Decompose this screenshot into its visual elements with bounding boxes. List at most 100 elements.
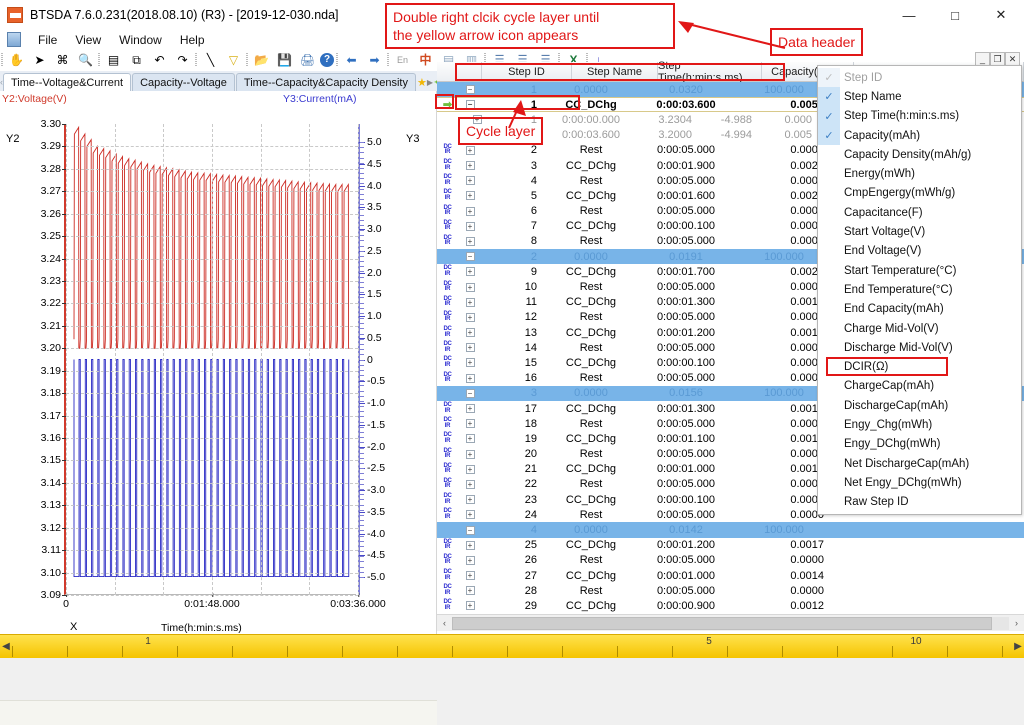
row-expand-toggle[interactable]: + — [458, 510, 482, 519]
row-expand-toggle[interactable]: + — [458, 601, 482, 610]
row-expand-toggle[interactable]: + — [458, 374, 482, 383]
step-row[interactable]: DCIR+26Rest0:00:05.0000.0000 — [437, 553, 1024, 568]
expand-icon[interactable]: + — [466, 495, 475, 504]
row-expand-toggle[interactable]: + — [458, 161, 482, 170]
tab-0[interactable]: Time--Voltage&Current — [3, 73, 131, 91]
collapse-icon[interactable]: − — [466, 252, 475, 261]
plot-area[interactable]: 3.303.293.283.273.263.253.243.233.223.21… — [64, 124, 356, 595]
expand-icon[interactable]: + — [466, 358, 475, 367]
expand-icon[interactable]: + — [466, 343, 475, 352]
expand-icon[interactable]: + — [466, 191, 475, 200]
zoom-region-icon[interactable]: ⌘ — [52, 50, 73, 70]
collapse-icon[interactable]: − — [466, 526, 475, 535]
menu-item-help[interactable]: Help — [171, 32, 214, 48]
scrubber-left-arrow-icon[interactable]: ◀ — [1, 639, 11, 654]
column-chooser-context-menu[interactable]: ✓Step ID✓Step Name✓Step Time(h:min:s.ms)… — [817, 65, 1022, 515]
context-menu-item-2[interactable]: ✓Step Time(h:min:s.ms) — [818, 107, 1021, 126]
dcir-marker-icon[interactable]: DCIR — [443, 312, 451, 323]
expand-icon[interactable]: + — [466, 541, 475, 550]
mdi-close-button[interactable]: ✕ — [1005, 52, 1020, 66]
step-row[interactable]: DCIR+29CC_DChg0:00:00.9000.0012 — [437, 598, 1024, 613]
row-expand-toggle[interactable]: + — [458, 434, 482, 443]
context-menu-item-21[interactable]: Net Engy_DChg(mWh) — [818, 473, 1021, 492]
context-menu-item-8[interactable]: Start Voltage(V) — [818, 222, 1021, 241]
dcir-marker-icon[interactable]: DCIR — [443, 342, 451, 353]
context-menu-item-19[interactable]: Engy_DChg(mWh) — [818, 435, 1021, 454]
minimize-button[interactable]: — — [886, 0, 932, 30]
maximize-button[interactable]: □ — [932, 0, 978, 30]
help-icon[interactable]: ? — [320, 53, 334, 67]
context-menu-item-10[interactable]: Start Temperature(°C) — [818, 261, 1021, 280]
row-expand-toggle[interactable]: + — [458, 571, 482, 580]
chinese-char-icon[interactable]: 中 — [415, 50, 436, 70]
row-expand-toggle[interactable]: + — [458, 541, 482, 550]
toolbar-grip[interactable] — [97, 51, 102, 69]
dcir-marker-icon[interactable]: DCIR — [443, 266, 451, 277]
row-expand-toggle[interactable]: + — [458, 404, 482, 413]
expand-icon[interactable]: + — [466, 146, 475, 155]
favorite-star-icon[interactable]: ★ — [417, 73, 427, 91]
row-expand-toggle[interactable]: + — [458, 313, 482, 322]
dcir-marker-icon[interactable]: DCIR — [443, 190, 451, 201]
print-icon[interactable]: 🖨 — [297, 50, 318, 70]
context-menu-item-0[interactable]: ✓Step ID — [818, 68, 1021, 87]
row-expand-toggle[interactable]: + — [458, 358, 482, 367]
expand-icon[interactable]: + — [466, 601, 475, 610]
dcir-marker-icon[interactable]: DCIR — [443, 509, 451, 520]
dcir-marker-icon[interactable]: DCIR — [443, 357, 451, 368]
tab-2[interactable]: Time--Capacity&Capacity Density — [236, 73, 416, 91]
step-row[interactable]: DCIR+27CC_DChg0:00:01.0000.0014 — [437, 568, 1024, 583]
dcir-marker-icon[interactable]: DCIR — [443, 282, 451, 293]
row-expand-toggle[interactable]: + — [458, 328, 482, 337]
dcir-marker-icon[interactable]: DCIR — [443, 585, 451, 596]
row-collapse-toggle[interactable]: − — [458, 389, 482, 398]
scrubber-right-arrow-icon[interactable]: ▶ — [1013, 639, 1023, 654]
dcir-marker-icon[interactable]: DCIR — [443, 479, 451, 490]
scrollbar-track[interactable] — [452, 617, 1009, 630]
context-menu-item-5[interactable]: Energy(mWh) — [818, 164, 1021, 183]
row-expand-toggle[interactable]: + — [458, 556, 482, 565]
dcir-marker-icon[interactable]: DCIR — [443, 600, 451, 611]
cycle-layer-row[interactable]: −40.00000.0142100.000 — [437, 522, 1024, 537]
row-expand-toggle[interactable]: + — [458, 450, 482, 459]
dcir-marker-icon[interactable]: DCIR — [443, 433, 451, 444]
row-expand-toggle[interactable]: + — [458, 480, 482, 489]
expand-icon[interactable]: + — [466, 480, 475, 489]
context-menu-item-3[interactable]: ✓Capacity(mAh) — [818, 126, 1021, 145]
expand-icon[interactable]: + — [466, 586, 475, 595]
dcir-marker-icon[interactable]: DCIR — [443, 175, 451, 186]
expand-icon[interactable]: + — [466, 510, 475, 519]
filter-icon[interactable]: ▽ — [223, 50, 244, 70]
dcir-marker-icon[interactable]: DCIR — [443, 570, 451, 581]
row-collapse-toggle[interactable]: − — [458, 252, 482, 261]
expand-icon[interactable]: + — [466, 176, 475, 185]
cycle-scrubber-bar[interactable]: ◀ ▶ 1510 — [0, 634, 1024, 658]
row-expand-toggle[interactable]: + — [458, 146, 482, 155]
context-menu-item-16[interactable]: ChargeCap(mAh) — [818, 377, 1021, 396]
row-expand-toggle[interactable]: + — [458, 465, 482, 474]
expand-icon[interactable]: + — [466, 374, 475, 383]
row-expand-toggle[interactable]: + — [458, 176, 482, 185]
dcir-marker-icon[interactable]: DCIR — [443, 160, 451, 171]
dcir-marker-icon[interactable]: DCIR — [443, 236, 451, 247]
expand-icon[interactable]: + — [466, 222, 475, 231]
context-menu-item-17[interactable]: DischargeCap(mAh) — [818, 396, 1021, 415]
context-menu-item-20[interactable]: Net DischargeCap(mAh) — [818, 454, 1021, 473]
context-menu-item-13[interactable]: Charge Mid-Vol(V) — [818, 319, 1021, 338]
redo-icon[interactable]: ↷ — [172, 50, 193, 70]
table-view-icon[interactable]: ▤ — [103, 50, 124, 70]
language-en-icon[interactable]: En — [392, 50, 413, 70]
row-expand-toggle[interactable]: + — [458, 207, 482, 216]
row-expand-toggle[interactable]: + — [458, 237, 482, 246]
menu-item-window[interactable]: Window — [110, 32, 171, 48]
scrollbar-thumb[interactable] — [452, 617, 992, 630]
close-button[interactable]: ✕ — [978, 0, 1024, 30]
row-expand-toggle[interactable]: + — [458, 283, 482, 292]
row-expand-toggle[interactable]: + — [458, 191, 482, 200]
row-expand-toggle[interactable]: + — [458, 586, 482, 595]
context-menu-item-22[interactable]: Raw Step ID — [818, 493, 1021, 512]
expand-icon[interactable]: + — [466, 450, 475, 459]
dcir-marker-icon[interactable]: DCIR — [443, 297, 451, 308]
expand-icon[interactable]: + — [466, 419, 475, 428]
collapse-icon[interactable]: − — [466, 389, 475, 398]
